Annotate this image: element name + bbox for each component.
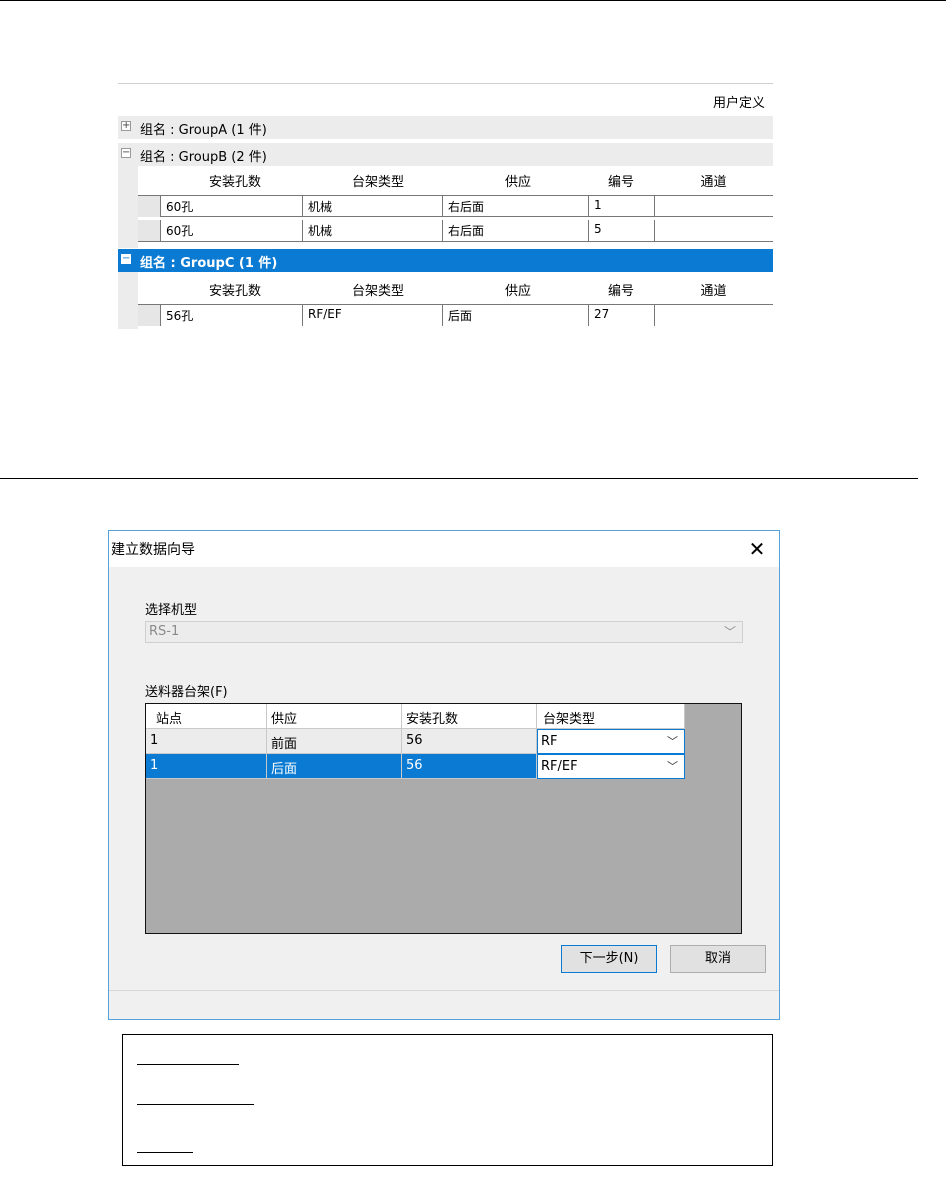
model-value: RS-1 xyxy=(149,624,180,639)
rack-type-value: RF xyxy=(541,734,558,749)
status-divider xyxy=(109,990,779,991)
group-label: 组名 : GroupA (1 件) xyxy=(140,123,267,138)
chevron-down-icon: ﹀ xyxy=(723,625,736,639)
chevron-down-icon: ﹀ xyxy=(667,735,678,748)
column-divider xyxy=(302,220,303,241)
cell-rack-type: RF/EF xyxy=(308,307,342,321)
col-header-supply: 供应 xyxy=(504,175,531,190)
cell-supply: 右后面 xyxy=(448,224,485,238)
group-c-column-header: 安装孔数 台架类型 供应 编号 通道 xyxy=(138,278,773,300)
cell-holes: 60孔 xyxy=(166,224,194,238)
dialog-titlebar[interactable]: 建立数据向导 ✕ xyxy=(109,531,779,567)
close-icon[interactable]: ✕ xyxy=(745,537,769,561)
feeder-rack-label: 送料器台架(F) xyxy=(145,685,228,700)
blank-underline xyxy=(137,1064,239,1065)
col-header-station: 站点 xyxy=(146,704,267,729)
column-divider xyxy=(302,305,303,326)
row-selector[interactable] xyxy=(138,196,161,217)
next-button[interactable]: 下一步(N) xyxy=(561,945,657,973)
cell-holes[interactable]: 56 xyxy=(402,729,537,754)
annotation-box xyxy=(122,1034,773,1166)
group-label: 组名 : GroupB (2 件) xyxy=(140,150,267,165)
group-c-gutter xyxy=(118,272,138,329)
custom-header: 用户定义 xyxy=(118,83,773,116)
column-divider xyxy=(654,305,655,326)
top-rule xyxy=(0,0,946,1)
column-divider xyxy=(442,196,443,217)
cell-number: 5 xyxy=(594,222,602,236)
group-row-c[interactable]: − 组名 : GroupC (1 件) xyxy=(118,249,773,272)
rack-type-dropdown[interactable]: RF ﹀ xyxy=(537,729,685,754)
cell-rack-type: 机械 xyxy=(308,200,333,214)
cell-station[interactable]: 1 xyxy=(146,754,267,779)
col-header-holes: 安装孔数 xyxy=(402,704,537,729)
expand-icon[interactable]: + xyxy=(121,121,131,131)
cell-supply[interactable]: 后面 xyxy=(267,754,402,779)
cell-holes: 56孔 xyxy=(166,309,194,323)
section-divider xyxy=(0,478,918,479)
group-label: 组名 : GroupC (1 件) xyxy=(140,256,278,271)
col-header-rack-type: 台架类型 xyxy=(537,704,685,729)
col-header-holes: 安装孔数 xyxy=(208,284,261,299)
cell-holes[interactable]: 56 xyxy=(402,754,537,779)
group-b-column-header: 安装孔数 台架类型 供应 编号 通道 xyxy=(138,169,773,191)
collapse-icon[interactable]: − xyxy=(121,254,131,264)
column-divider xyxy=(588,220,589,241)
col-header-channel: 通道 xyxy=(700,284,727,299)
cell-supply: 右后面 xyxy=(448,200,485,214)
group-row-b[interactable]: − 组名 : GroupB (2 件) xyxy=(118,143,773,166)
row-selector[interactable] xyxy=(138,220,161,241)
col-header-channel: 通道 xyxy=(700,175,727,190)
col-header-holes: 安装孔数 xyxy=(208,175,261,190)
cell-rack-type: 机械 xyxy=(308,224,333,238)
chevron-down-icon: ﹀ xyxy=(667,760,678,773)
column-divider xyxy=(654,196,655,217)
col-header-supply: 供应 xyxy=(267,704,402,729)
grouped-grid-panel: 用户定义 + 组名 : GroupA (1 件) − 组名 : GroupB (… xyxy=(118,83,773,329)
cancel-button[interactable]: 取消 xyxy=(670,945,766,973)
col-header-supply: 供应 xyxy=(504,284,531,299)
table-row[interactable]: 60孔 机械 右后面 5 xyxy=(138,220,773,242)
cell-holes: 60孔 xyxy=(166,200,194,214)
col-header-rack-type: 台架类型 xyxy=(351,284,404,299)
cell-number: 1 xyxy=(594,198,602,212)
table-row[interactable]: 60孔 机械 右后面 1 xyxy=(138,195,773,217)
rack-type-value: RF/EF xyxy=(541,759,578,774)
row-selector[interactable] xyxy=(138,305,161,326)
col-header-number: 编号 xyxy=(607,175,634,190)
column-divider xyxy=(654,220,655,241)
model-select[interactable]: RS-1 ﹀ xyxy=(145,621,743,643)
blank-underline xyxy=(137,1152,193,1153)
table-row[interactable]: 56孔 RF/EF 后面 27 xyxy=(138,304,773,326)
cell-supply[interactable]: 前面 xyxy=(267,729,402,754)
model-label: 选择机型 xyxy=(145,603,198,618)
feeder-rack-grid[interactable]: 站点 供应 安装孔数 台架类型 1 前面 56 RF ﹀ 1 后面 56 RF/… xyxy=(145,703,742,934)
rack-type-dropdown[interactable]: RF/EF ﹀ xyxy=(537,754,685,779)
column-divider xyxy=(442,220,443,241)
cell-station[interactable]: 1 xyxy=(146,729,267,754)
custom-label: 用户定义 xyxy=(712,96,765,111)
group-row-a[interactable]: + 组名 : GroupA (1 件) xyxy=(118,116,773,139)
collapse-icon[interactable]: − xyxy=(121,148,131,158)
column-divider xyxy=(442,305,443,326)
group-b-gutter xyxy=(118,166,138,248)
cell-number: 27 xyxy=(594,307,610,321)
col-header-number: 编号 xyxy=(607,284,634,299)
blank-underline xyxy=(137,1104,254,1105)
create-data-wizard-dialog: 建立数据向导 ✕ 选择机型 RS-1 ﹀ 送料器台架(F) 站点 供应 安装孔数… xyxy=(108,530,780,1020)
cell-supply: 后面 xyxy=(448,309,473,323)
column-divider xyxy=(302,196,303,217)
column-divider xyxy=(588,305,589,326)
col-header-rack-type: 台架类型 xyxy=(351,175,404,190)
dialog-title: 建立数据向导 xyxy=(111,542,195,558)
column-divider xyxy=(588,196,589,217)
